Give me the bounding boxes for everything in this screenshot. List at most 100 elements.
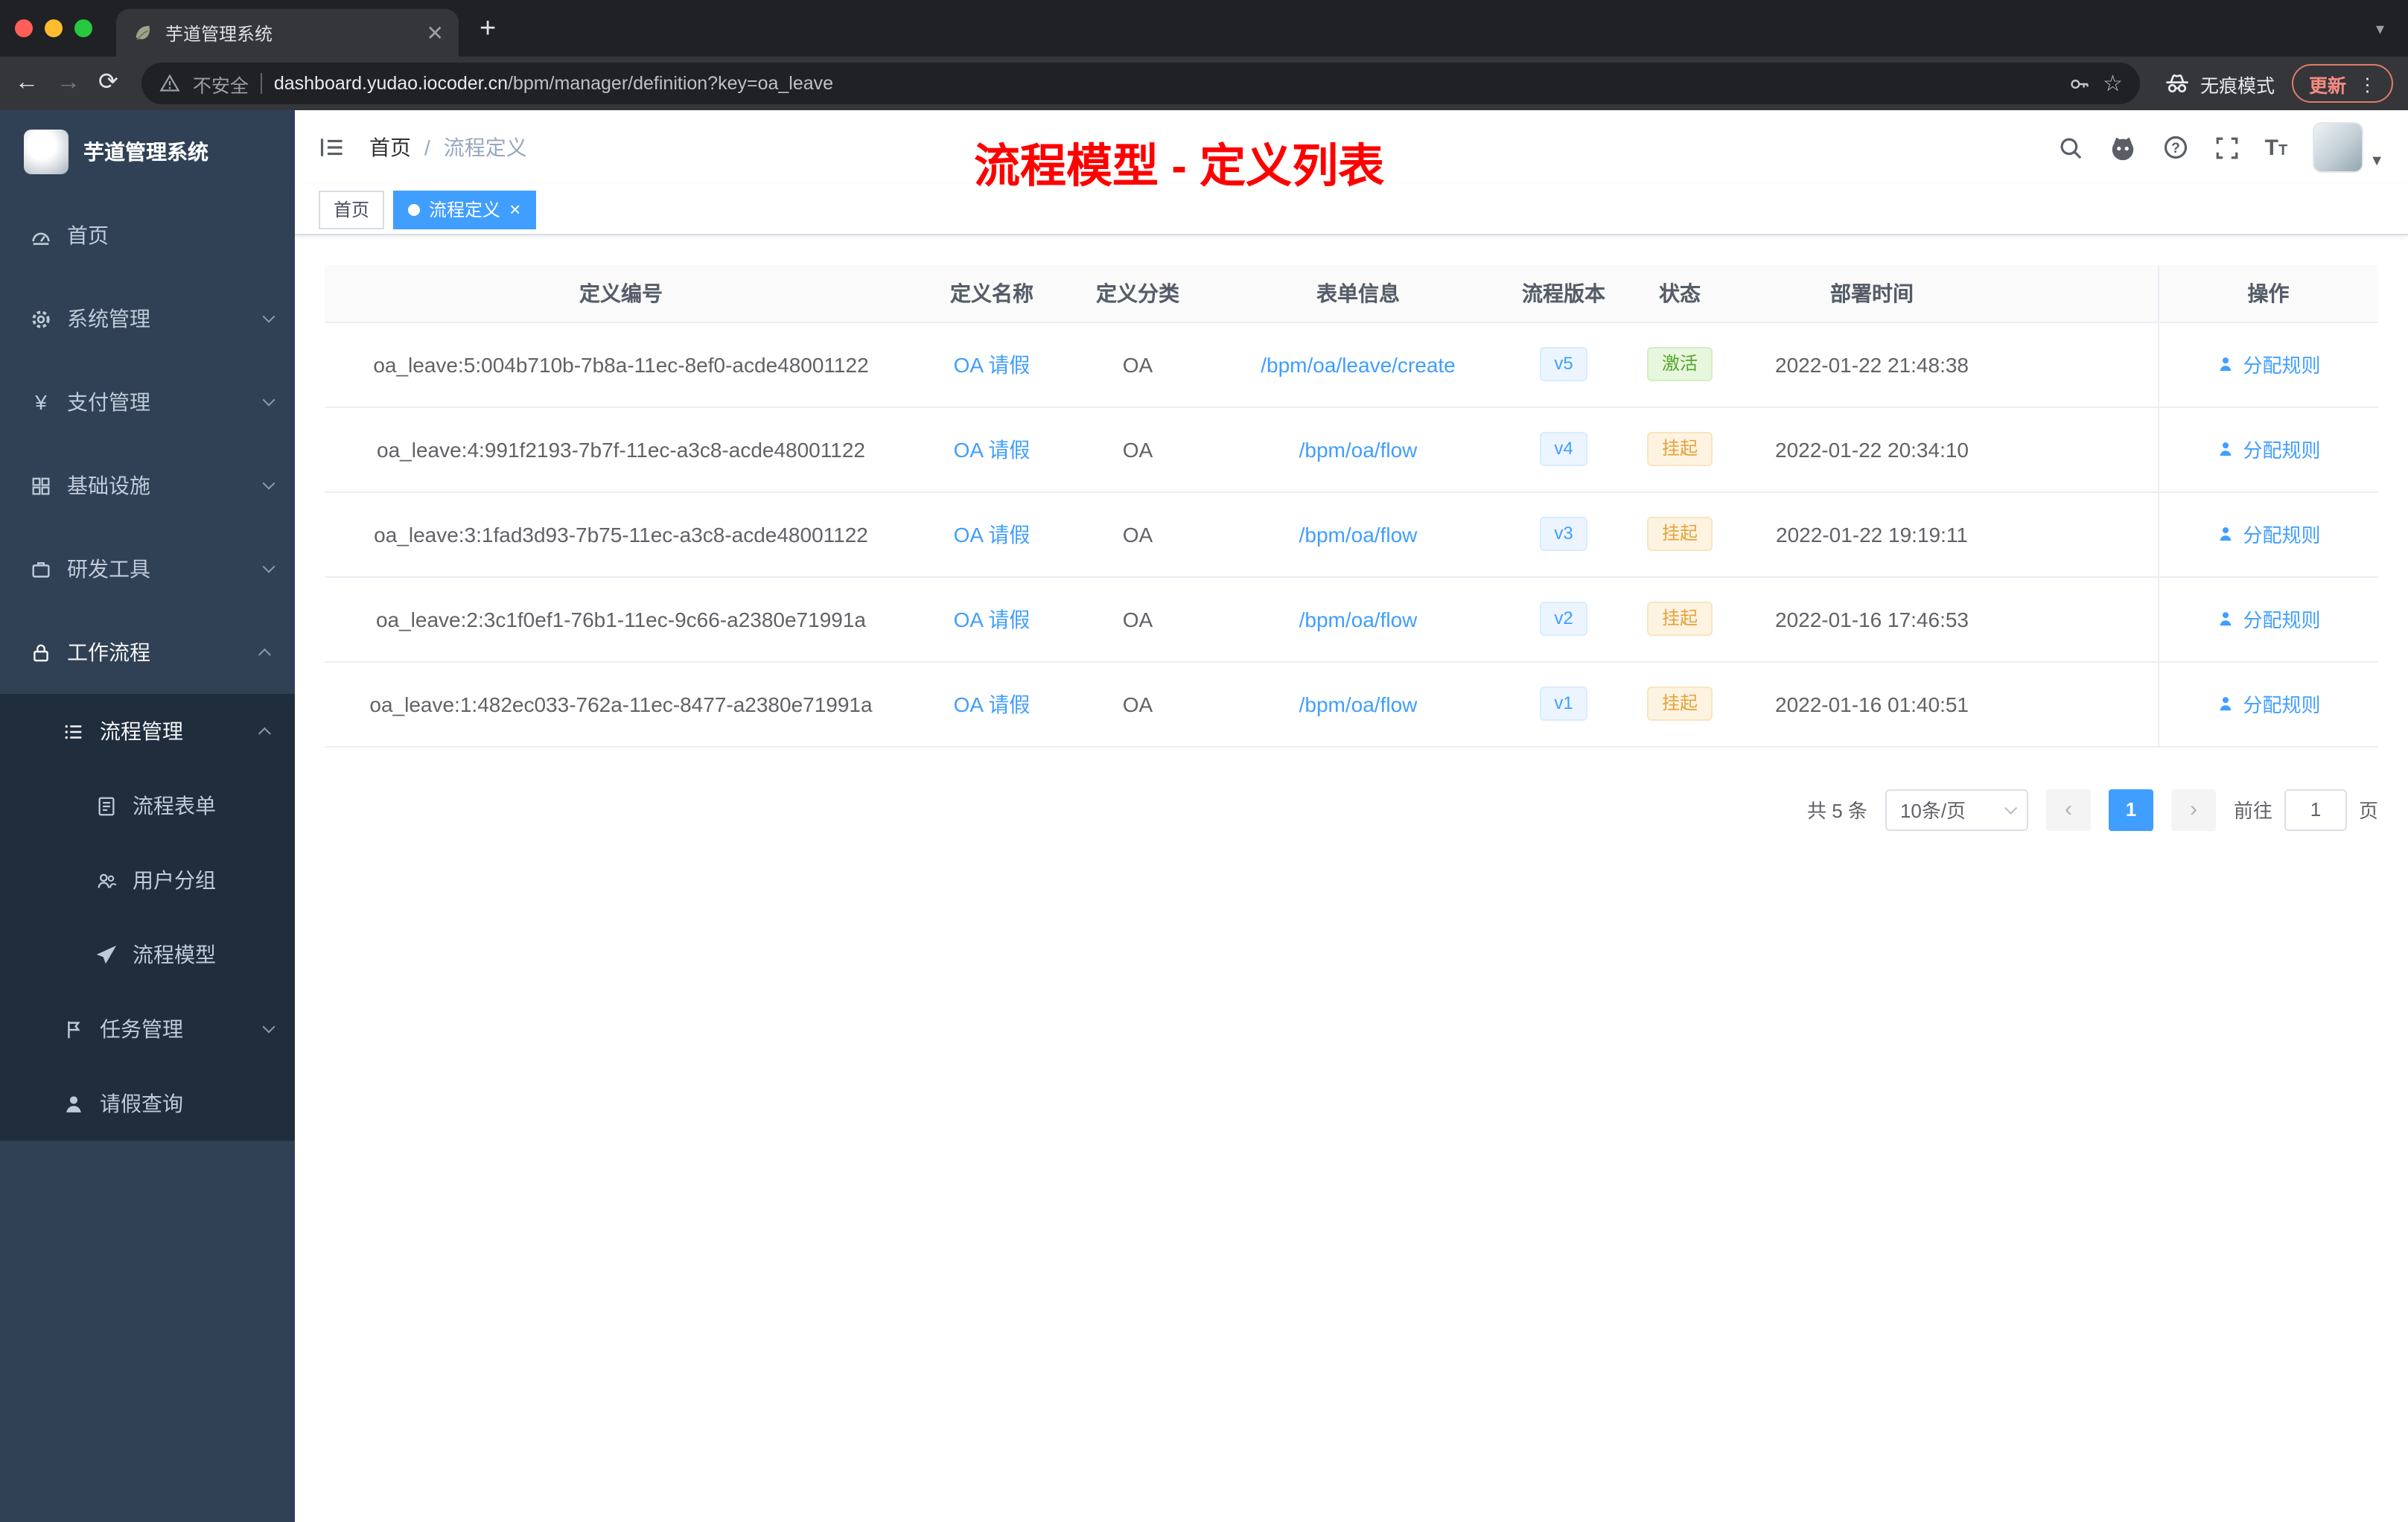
cell-deploy-time: 2022-01-22 19:19:11 [1739,491,2004,577]
user-avatar[interactable] [2313,122,2364,173]
table-row: oa_leave:5:004b710b-7b8a-11ec-8ef0-acde4… [325,322,2378,407]
github-icon[interactable] [2109,133,2137,162]
address-bar[interactable]: 不安全 dashboard.yudao.iocoder.cn/bpm/manag… [141,63,2141,104]
page-size-select[interactable]: 10条/页 [1885,789,2028,830]
user-menu[interactable]: ▼ [2313,122,2384,173]
status-badge: 挂起 [1646,431,1713,467]
page-number-button[interactable]: 1 [2108,789,2153,830]
sidebar-item-devtools[interactable]: 研发工具 [0,527,295,611]
user-group-icon [98,873,117,888]
sidebar-item-label: 请假查询 [100,1092,183,1115]
breadcrumb-home[interactable]: 首页 [369,133,411,162]
sidebar-item-payment[interactable]: ¥ 支付管理 [0,360,295,444]
chevron-down-icon [261,310,275,323]
next-page-button[interactable]: › [2170,789,2216,830]
sidebar-item-infrastructure[interactable]: 基础设施 [0,444,295,527]
search-icon[interactable] [2058,135,2083,160]
tag-label: 首页 [334,200,370,220]
sidebar-item-task-management[interactable]: 任务管理 [0,992,295,1066]
tag-close-icon[interactable]: × [509,200,520,219]
yen-icon: ¥ [35,390,47,414]
form-link[interactable]: /bpm/oa/leave/create [1261,352,1456,376]
assign-rule-link[interactable]: 分配规则 [2216,435,2321,463]
fullscreen-icon[interactable] [2214,135,2240,160]
version-badge: v4 [1539,431,1588,467]
column-header-version: 流程版本 [1507,265,1620,322]
definition-name-link[interactable]: OA 请假 [954,607,1031,631]
password-key-icon[interactable] [2068,72,2091,95]
cell-category: OA [1066,407,1209,492]
assign-rule-link[interactable]: 分配规则 [2216,520,2321,548]
tag-home[interactable]: 首页 [319,190,385,229]
reload-button[interactable]: ⟳ [98,71,118,95]
sidebar-item-leave-query[interactable]: 请假查询 [0,1066,295,1141]
sidebar-item-label: 用户分组 [133,868,216,892]
page-size-value: 10条/页 [1899,800,1966,822]
assign-rule-link[interactable]: 分配规则 [2216,350,2321,378]
form-link[interactable]: /bpm/oa/flow [1299,437,1418,461]
close-window-button[interactable] [15,19,33,37]
sidebar-item-process-form[interactable]: 流程表单 [0,768,295,843]
sidebar-item-user-group[interactable]: 用户分组 [0,843,295,917]
incognito-badge: 无痕模式 [2165,69,2275,98]
browser-tab[interactable]: 芋道管理系统 ✕ [116,9,459,57]
toolbox-icon [32,561,50,577]
version-badge: v5 [1539,346,1588,382]
omnibox-divider [260,73,262,94]
sidebar-item-home[interactable]: 首页 [0,194,295,277]
column-header-filler [2004,265,2158,322]
cell-category: OA [1066,661,1209,747]
hamburger-icon[interactable] [319,134,345,161]
sidebar-item-workflow[interactable]: 工作流程 [0,611,295,694]
prev-page-button[interactable]: ‹ [2045,789,2091,830]
chevron-up-icon [258,648,271,661]
table-row: oa_leave:4:991f2193-7b7f-11ec-a3c8-acde4… [325,407,2378,492]
back-button[interactable]: ← [15,71,39,95]
browser-update-button[interactable]: 更新 ⋮ [2292,64,2393,103]
chevron-down-icon [261,1020,275,1034]
goto-page-input[interactable] [2284,789,2347,830]
tab-close-icon[interactable]: ✕ [427,22,444,43]
definition-name-link[interactable]: OA 请假 [954,522,1031,546]
person-icon [2220,527,2232,541]
cell-deploy-time: 2022-01-16 17:46:53 [1739,576,2004,662]
definition-name-link[interactable]: OA 请假 [954,437,1031,461]
sidebar-item-label: 支付管理 [67,390,150,414]
definition-name-link[interactable]: OA 请假 [954,352,1031,376]
tab-search-icon[interactable]: ▾ [2376,19,2384,39]
zoom-window-button[interactable] [74,19,92,37]
font-size-icon[interactable]: TT [2265,135,2288,160]
person-icon [2220,442,2232,456]
bookmark-star-icon[interactable]: ☆ [2103,72,2123,95]
browser-menu-icon[interactable]: ⋮ [2358,72,2377,95]
version-badge: v2 [1539,601,1588,637]
form-link[interactable]: /bpm/oa/flow [1299,607,1418,631]
forward-button[interactable]: → [57,71,80,95]
sidebar: 芋道管理系统 首页 系统管理 ¥ 支付管理 基础设施 研发工具 工作流程 流程管… [0,110,295,1522]
sidebar-item-label: 工作流程 [67,640,150,664]
sidebar-item-process-management[interactable]: 流程管理 [0,694,295,768]
cell-id: oa_leave:2:3c1f0ef1-76b1-11ec-9c66-a2380… [325,576,917,662]
security-label[interactable]: 不安全 [193,69,249,98]
column-header-name: 定义名称 [917,265,1066,322]
sidebar-item-label: 流程表单 [133,794,216,818]
assign-rule-link[interactable]: 分配规则 [2216,605,2321,633]
column-header-deploy-time: 部署时间 [1739,265,2004,322]
chevron-down-icon [261,393,275,407]
definition-name-link[interactable]: OA 请假 [954,692,1031,716]
form-link[interactable]: /bpm/oa/flow [1299,692,1418,716]
task-flag-icon [68,1020,80,1038]
status-badge: 挂起 [1646,516,1713,552]
chevron-down-icon [261,477,275,490]
sidebar-item-system[interactable]: 系统管理 [0,277,295,360]
new-tab-button[interactable]: + [480,14,496,42]
security-warning-icon [160,74,181,92]
goto-label: 前往 [2233,800,2272,822]
help-icon[interactable]: ? [2162,134,2189,161]
minimize-window-button[interactable] [45,19,63,37]
assign-rule-link[interactable]: 分配规则 [2216,690,2321,718]
form-link[interactable]: /bpm/oa/flow [1299,522,1418,546]
status-badge: 挂起 [1646,686,1713,722]
sidebar-item-process-model[interactable]: 流程模型 [0,917,295,992]
tag-process-definition[interactable]: 流程定义 × [393,190,536,229]
